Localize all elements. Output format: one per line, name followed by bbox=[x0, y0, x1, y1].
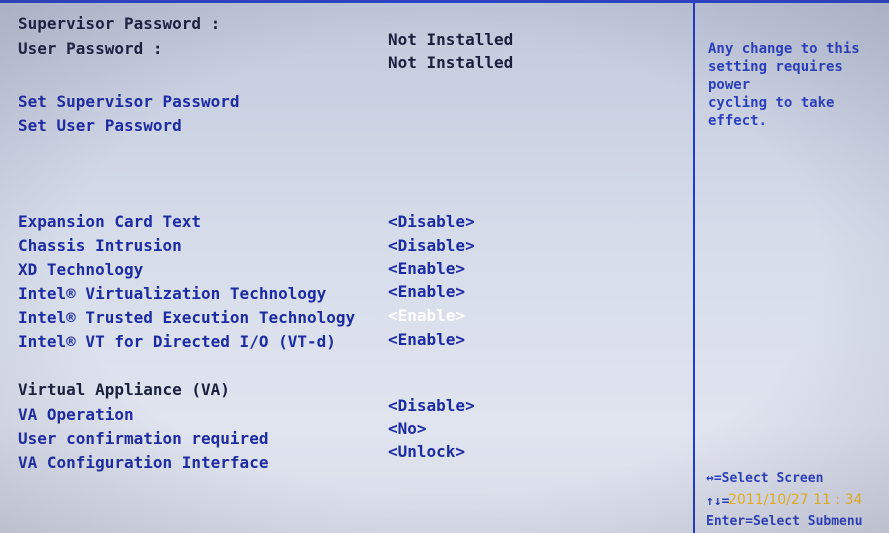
set-user-password-item[interactable]: Set User Password bbox=[18, 116, 182, 136]
va-user-confirmation-value[interactable]: <No> bbox=[388, 419, 427, 439]
va-operation[interactable]: VA Operation bbox=[18, 405, 134, 425]
setting-virtualization-value[interactable]: <Enable> bbox=[388, 282, 465, 302]
supervisor-password-label: Supervisor Password : bbox=[18, 14, 221, 33]
setting-virtualization[interactable]: Intel® Virtualization Technology bbox=[18, 284, 326, 304]
va-configuration-interface-value[interactable]: <Unlock> bbox=[388, 442, 465, 462]
supervisor-password-status: Not Installed bbox=[388, 30, 514, 49]
setting-expansion-card-text-value[interactable]: <Disable> bbox=[388, 212, 475, 232]
va-operation-value[interactable]: <Disable> bbox=[388, 396, 475, 416]
set-supervisor-password-item[interactable]: Set Supervisor Password bbox=[18, 92, 240, 112]
user-password-label: User Password : bbox=[18, 39, 163, 58]
help-text: Any change to this setting requires powe… bbox=[708, 41, 860, 129]
setting-vt-d[interactable]: Intel® VT for Directed I/O (VT-d) bbox=[18, 332, 336, 352]
setting-vt-d-value[interactable]: <Enable> bbox=[388, 330, 465, 350]
user-password-status: Not Installed bbox=[388, 53, 514, 72]
va-heading: Virtual Appliance (VA) bbox=[18, 380, 230, 399]
top-border bbox=[0, 0, 889, 3]
va-configuration-interface[interactable]: VA Configuration Interface bbox=[18, 453, 268, 473]
key-hint-enter: Enter=Select Submenu bbox=[706, 514, 863, 529]
setting-trusted-execution[interactable]: Intel® Trusted Execution Technology bbox=[18, 308, 355, 328]
key-hint-select-item: ↑↓= bbox=[706, 494, 730, 509]
bios-security-screen: Supervisor Password : User Password : No… bbox=[0, 0, 889, 533]
setting-trusted-execution-value[interactable]: <Enable> bbox=[388, 306, 465, 326]
help-panel-divider bbox=[693, 2, 695, 533]
setting-xd-technology-value[interactable]: <Enable> bbox=[388, 259, 465, 279]
setting-chassis-intrusion[interactable]: Chassis Intrusion bbox=[18, 236, 182, 256]
va-user-confirmation[interactable]: User confirmation required bbox=[18, 429, 268, 449]
setting-xd-technology[interactable]: XD Technology bbox=[18, 260, 143, 280]
key-hint-select-screen: ↔=Select Screen bbox=[706, 471, 824, 486]
setting-expansion-card-text[interactable]: Expansion Card Text bbox=[18, 212, 201, 232]
setting-chassis-intrusion-value[interactable]: <Disable> bbox=[388, 236, 475, 256]
photo-date-stamp: 2011/10/27 11 : 34 bbox=[728, 492, 863, 508]
